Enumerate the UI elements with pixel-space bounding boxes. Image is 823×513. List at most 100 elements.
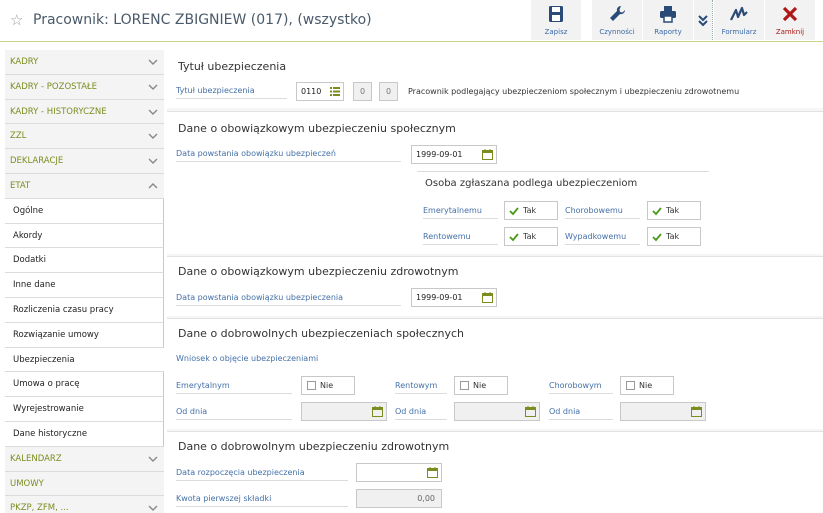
voluntary-pension-checkbox[interactable]: Nie [301, 376, 355, 395]
voluntary-health-amount-input[interactable]: 0,00 [356, 489, 442, 508]
accident-label: Wypadkowemu [565, 232, 640, 245]
disability-checkbox[interactable]: Tak [504, 227, 558, 246]
calendar-icon[interactable] [482, 149, 493, 160]
sidebar-item-label: Wyrejestrowanie [13, 404, 84, 415]
reports-button[interactable]: Raporty [643, 0, 693, 40]
calendar-icon[interactable] [525, 406, 536, 417]
unchecked-box [307, 381, 316, 390]
section-title: Tytuł ubezpieczenia [178, 60, 287, 73]
insurance-title-extra2-input[interactable]: 0 [379, 82, 398, 101]
sidebar-item-ogolne[interactable]: Ogólne [5, 198, 164, 224]
close-button[interactable]: Zamknij [765, 0, 815, 40]
voluntary-pension-label: Emerytalnym [176, 381, 292, 394]
sidebar-item-etat[interactable]: ETAT [5, 173, 164, 199]
sidebar-item-kadry-pozostale[interactable]: KADRY - POZOSTAŁE [5, 74, 164, 100]
chevron-down-icon [148, 133, 158, 140]
sidebar-item-label: Ubezpieczenia [13, 354, 75, 365]
insurance-title-code-input[interactable]: 0110 [296, 82, 344, 101]
chevron-down-icon [148, 158, 158, 165]
header: ☆ Pracownik: LORENC ZBIGNIEW (017), (wsz… [0, 0, 823, 42]
actions-button[interactable]: Czynności [592, 0, 642, 40]
calendar-icon[interactable] [482, 292, 493, 303]
insurance-title-label: Tytuł ubezpieczenia [176, 86, 287, 99]
voluntary-sickness-value: Nie [639, 381, 653, 390]
sidebar-item-label: Rozwiązanie umowy [13, 329, 99, 340]
section-title: Dane o dobrowolnym ubezpieczeniu zdrowot… [178, 440, 450, 453]
voluntary-disability-checkbox[interactable]: Nie [454, 376, 508, 395]
sidebar-item-kadry-historyczne[interactable]: KADRY - HISTORYCZNE [5, 99, 164, 125]
sidebar-item-dane-historyczne[interactable]: Dane historyczne [5, 421, 164, 447]
voluntary-pension-from-label: Od dnia [176, 407, 292, 420]
check-icon [509, 207, 519, 216]
voluntary-health-start-input[interactable] [356, 463, 442, 482]
sidebar-item-label: KADRY [10, 57, 39, 67]
pension-checkbox[interactable]: Tak [504, 201, 558, 220]
section-title: Dane o obowiązkowym ubezpieczeniu zdrowo… [178, 265, 459, 278]
mandatory-health-date-value: 1999-09-01 [416, 293, 463, 302]
sidebar-item-deklaracje[interactable]: DEKLARACJE [5, 149, 164, 174]
toolbar: Zapisz Czynności Raporty Formularz Zamkn… [530, 0, 815, 42]
sidebar-item-inne-dane[interactable]: Inne dane [5, 273, 164, 298]
voluntary-health-start-label: Data rozpoczęcia ubezpieczenia [176, 468, 348, 481]
wrench-icon [610, 5, 626, 21]
sidebar-item-rozliczenia[interactable]: Rozliczenia czasu pracy [5, 297, 164, 323]
insurance-title-description: Pracownik podlegający ubezpieczeniom spo… [408, 87, 740, 96]
chevron-down-icon [148, 84, 158, 90]
printer-icon [660, 6, 676, 23]
mandatory-health-date-label: Data powstania obowiązku ubezpieczenia [176, 293, 401, 306]
sidebar-item-rozwiazanie-umowy[interactable]: Rozwiązanie umowy [5, 322, 164, 348]
mandatory-social-date-label: Data powstania obowiązku ubezpieczeń [176, 149, 401, 162]
voluntary-health-amount-label: Kwota pierwszej składki [176, 494, 348, 507]
sidebar-item-label: Akordy [13, 230, 43, 241]
sidebar-item-zzl[interactable]: ZZL [5, 124, 164, 150]
sidebar-item-label: UMOWY [10, 478, 44, 489]
check-icon [652, 233, 662, 242]
save-button-label: Zapisz [544, 28, 568, 36]
voluntary-sickness-from-input[interactable] [620, 402, 706, 421]
chevron-up-icon [148, 182, 158, 189]
list-icon[interactable] [330, 87, 340, 96]
mandatory-health-date-input[interactable]: 1999-09-01 [411, 288, 497, 307]
sidebar-item-label: Ogólne [13, 205, 44, 216]
sidebar-item-ubezpieczenia[interactable]: Ubezpieczenia [5, 347, 164, 373]
form-button[interactable]: Formularz [714, 0, 764, 40]
favorite-star-icon[interactable]: ☆ [10, 11, 23, 29]
voluntary-pension-value: Nie [320, 381, 334, 390]
sidebar-item-label: KADRY - POZOSTAŁE [10, 81, 98, 92]
insurance-title-extra1-input[interactable]: 0 [353, 82, 372, 101]
sidebar-item-label: ZZL [10, 131, 27, 142]
actions-button-label: Czynności [599, 28, 635, 36]
calendar-icon[interactable] [372, 406, 383, 417]
sidebar-item-label: Inne dane [13, 280, 56, 291]
voluntary-pension-from-input[interactable] [301, 402, 387, 421]
chevron-down-icon [148, 109, 158, 115]
sidebar-item-umowy[interactable]: UMOWY [5, 471, 164, 497]
mandatory-social-date-input[interactable]: 1999-09-01 [411, 145, 497, 164]
sidebar-item-wyrejestrowanie[interactable]: Wyrejestrowanie [5, 397, 164, 422]
save-button[interactable]: Zapisz [531, 0, 581, 40]
voluntary-disability-from-input[interactable] [454, 402, 540, 421]
calendar-icon[interactable] [691, 406, 702, 417]
mandatory-social-date-value: 1999-09-01 [416, 150, 463, 159]
unchecked-box [460, 381, 469, 390]
close-icon [782, 6, 798, 22]
sidebar-item-label: DEKLARACJE [10, 156, 64, 167]
voluntary-sickness-checkbox[interactable]: Nie [620, 376, 674, 395]
subsection-title: Osoba zgłaszana podlega ubezpieczeniom [425, 178, 638, 189]
sidebar-item-label: PKZP, ZFM, ... [10, 503, 69, 513]
sidebar-item-pkzp[interactable]: PKZP, ZFM, ... [5, 496, 164, 513]
sidebar-item-akordy[interactable]: Akordy [5, 223, 164, 249]
accident-checkbox[interactable]: Tak [647, 227, 701, 246]
sidebar-item-umowa-o-prace[interactable]: Umowa o pracę [5, 372, 164, 398]
sidebar-item-dodatki[interactable]: Dodatki [5, 248, 164, 274]
calendar-icon[interactable] [427, 467, 438, 478]
sickness-checkbox[interactable]: Tak [647, 201, 701, 220]
chevron-down-icon [148, 505, 158, 512]
check-icon [652, 207, 662, 216]
sidebar-item-kadry[interactable]: KADRY [5, 50, 164, 75]
reports-button-label: Raporty [654, 28, 682, 36]
main-content: Tytuł ubezpieczenia Tytuł ubezpieczenia … [167, 50, 823, 513]
sidebar-item-label: ETAT [10, 180, 31, 191]
more-reports-button[interactable] [694, 0, 712, 40]
sidebar-item-kalendarz[interactable]: KALENDARZ [5, 446, 164, 472]
